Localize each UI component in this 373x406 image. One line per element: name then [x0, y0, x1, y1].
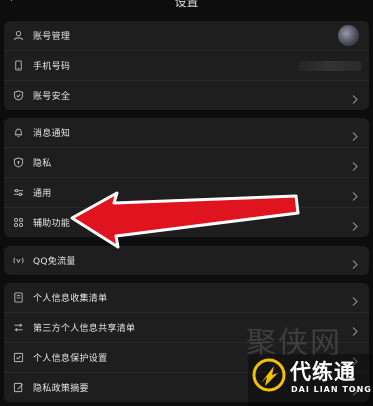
chevron-right-icon — [351, 157, 359, 171]
chevron-right-icon — [351, 292, 359, 306]
row-notifications[interactable]: 消息通知 — [4, 118, 369, 148]
row-label: 账号管理 — [33, 32, 71, 42]
row-label: 第三方个人信息共享清单 — [33, 324, 136, 334]
row-accessibility[interactable]: 辅助功能 — [4, 208, 369, 237]
row-account-security[interactable]: 账号安全 — [4, 81, 369, 110]
row-phone-number[interactable]: 手机号码 — [4, 51, 369, 81]
badge-emblem-icon — [252, 358, 286, 392]
general-group: 消息通知 隐私 通用 辅助功能 — [4, 118, 369, 237]
row-label: 通用 — [33, 189, 52, 199]
row-account-management[interactable]: 账号管理 — [4, 21, 369, 51]
signal-icon — [12, 255, 24, 267]
row-label: 隐私政策摘要 — [33, 384, 89, 394]
row-info-collection-list[interactable]: 个人信息收集清单 — [4, 283, 369, 313]
row-label: 消息通知 — [33, 129, 71, 139]
account-group: 账号管理 手机号码 账号安全 — [4, 21, 369, 110]
data-plan-group: QQ免流量 — [4, 246, 369, 275]
edit-document-icon — [12, 382, 24, 394]
watermark-badge: 代练通 DAI LIAN TONG — [248, 354, 373, 406]
badge-subtitle: DAI LIAN TONG — [291, 385, 372, 394]
chevron-right-icon — [351, 322, 359, 336]
document-list-icon — [12, 292, 24, 304]
phone-icon — [12, 60, 24, 72]
bell-icon — [12, 127, 24, 139]
row-general[interactable]: 通用 — [4, 178, 369, 208]
badge-title: 代练通 — [290, 360, 356, 384]
row-privacy[interactable]: 隐私 — [4, 148, 369, 178]
share-list-icon — [12, 322, 24, 334]
avatar — [338, 25, 359, 46]
accessibility-grid-icon — [12, 217, 24, 229]
chevron-right-icon — [351, 127, 359, 141]
shield-check-icon — [12, 90, 24, 102]
sliders-icon — [12, 187, 24, 199]
row-label: 手机号码 — [33, 62, 71, 72]
chevron-right-icon — [351, 187, 359, 201]
row-label: 个人信息保护设置 — [33, 354, 108, 364]
user-icon — [12, 30, 24, 42]
top-bar: ‹ 设置 — [0, 0, 373, 12]
settings-screen: ‹ 设置 账号管理 手机号码 账号安全 — [0, 0, 373, 406]
chevron-right-icon — [351, 90, 359, 104]
chevron-right-icon — [351, 217, 359, 231]
row-label: 账号安全 — [33, 92, 71, 102]
shield-lock-icon — [12, 157, 24, 169]
chevron-right-icon — [351, 255, 359, 269]
row-qq-free-data[interactable]: QQ免流量 — [4, 246, 369, 275]
row-label: 隐私 — [33, 159, 52, 169]
page-title: 设置 — [174, 0, 199, 9]
row-label: QQ免流量 — [33, 257, 76, 267]
masked-phone-value — [299, 61, 361, 71]
checkbox-icon — [12, 352, 24, 364]
row-label: 辅助功能 — [33, 219, 71, 229]
row-label: 个人信息收集清单 — [33, 294, 108, 304]
